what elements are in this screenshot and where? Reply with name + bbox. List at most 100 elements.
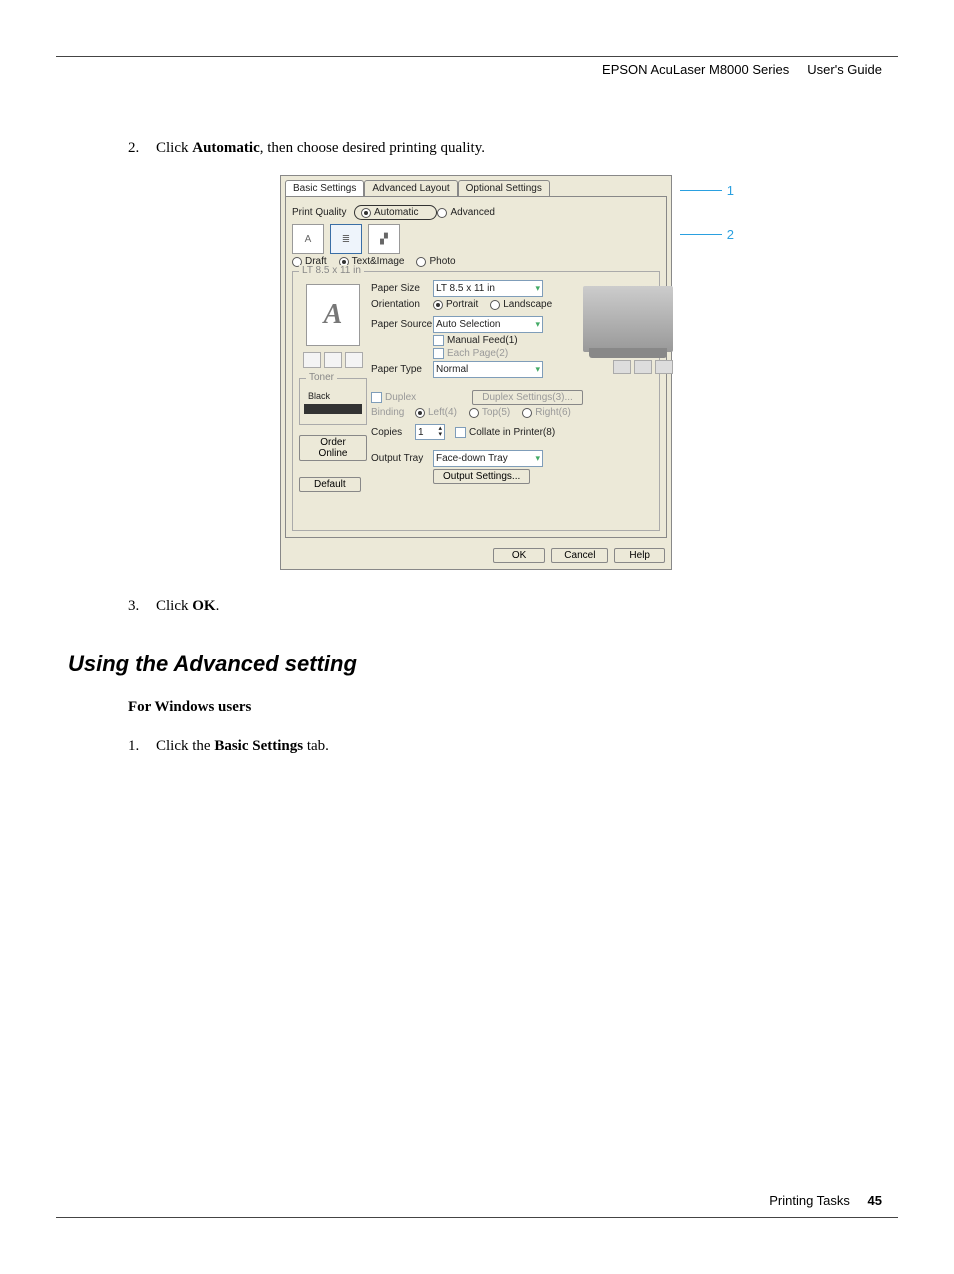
paper-size-display: LT 8.5 x 11 in [299,265,364,276]
radio-bind-right: Right(6) [522,407,571,418]
bind-left-label: Left(4) [428,407,457,418]
radio-landscape[interactable]: Landscape [490,299,552,310]
order-online-button[interactable]: Order Online [299,435,367,461]
printer-preview-image [583,286,673,352]
preview-icon-3[interactable] [655,360,673,374]
section-heading: Using the Advanced setting [68,651,882,677]
toner-level-bar [304,404,362,414]
step-1b: 1. Click the Basic Settings tab. [128,738,882,755]
quality-textimage-icon[interactable]: ≣ [330,224,362,254]
radio-landscape-label: Landscape [503,299,552,310]
manual-feed-label: Manual Feed(1) [447,335,518,346]
ok-button[interactable]: OK [493,548,545,563]
preview-icon-1[interactable] [613,360,631,374]
step-1b-post: tab. [303,738,329,754]
paper-source-label: Paper Source [371,319,433,330]
toner-label: Toner [306,372,337,383]
callout-1-label: 1 [727,183,734,198]
quality-icons-row: A ≣ ▞ [292,224,660,254]
radio-portrait[interactable]: Portrait [433,299,478,310]
paper-source-select[interactable]: Auto Selection ▾ [433,316,543,333]
collate-label: Collate in Printer(8) [469,427,555,438]
paper-preview: A [306,284,360,346]
paper-type-label: Paper Type [371,364,433,375]
step-3-bold: OK [192,598,215,614]
output-tray-select[interactable]: Face-down Tray ▾ [433,450,543,467]
middle-settings-col: Paper Size LT 8.5 x 11 in▾ Orientation P… [367,278,583,492]
step-2-text: Click Automatic, then choose desired pri… [156,140,882,157]
step-3: 3. Click OK. [128,598,882,615]
quality-draft-icon[interactable]: A [292,224,324,254]
page-number: 45 [868,1193,882,1208]
tab-page-basic: Print Quality Automatic Advanced A ≣ ▞ D… [285,196,667,538]
output-settings-button[interactable]: Output Settings... [433,469,530,484]
paper-type-value: Normal [436,364,468,375]
paper-type-select[interactable]: Normal ▾ [433,361,543,378]
output-tray-label: Output Tray [371,453,433,464]
radio-photo[interactable]: Photo [416,256,455,267]
dialog-footer: OK Cancel Help [281,542,671,569]
subsection-heading: For Windows users [128,699,882,716]
toner-black-label: Black [308,391,362,401]
footer-section: Printing Tasks [769,1193,850,1208]
quality-photo-icon[interactable]: ▞ [368,224,400,254]
spinner-arrows-icon: ▴▾ [438,426,442,438]
paper-source-value: Auto Selection [436,319,501,330]
duplex-settings-button: Duplex Settings(3)... [472,390,583,405]
printer-properties-dialog: Basic Settings Advanced Layout Optional … [280,175,672,570]
copies-label: Copies [371,427,415,438]
step-1b-bold: Basic Settings [214,738,303,754]
radio-bind-left: Left(4) [415,407,457,418]
step-2-post: , then choose desired printing quality. [260,140,485,156]
radio-automatic[interactable]: Automatic [361,207,418,218]
binding-label: Binding [371,407,415,418]
step-1b-number: 1. [128,738,156,755]
chevron-down-icon: ▾ [535,319,540,330]
orientation-label: Orientation [371,299,433,310]
radio-advanced-label: Advanced [450,207,494,218]
left-preview-col: A Toner Black Order Online D [299,278,367,492]
step-3-number: 3. [128,598,156,615]
right-preview-col [583,278,673,492]
paper-preview-glyph: A [324,299,343,331]
step-2: 2. Click Automatic, then choose desired … [128,140,882,157]
output-tray-value: Face-down Tray [436,453,508,464]
checkbox-duplex [371,392,382,403]
radio-advanced[interactable]: Advanced [437,207,494,218]
step-2-pre: Click [156,140,192,156]
preview-icon-2[interactable] [634,360,652,374]
step-3-text: Click OK. [156,598,882,615]
dialog-screenshot: 1 2 Basic Settings Advanced Layout Optio… [280,175,730,570]
radio-portrait-label: Portrait [446,299,478,310]
step-1b-text: Click the Basic Settings tab. [156,738,882,755]
preview-mode-icons [583,360,673,374]
copies-spinner[interactable]: 1 ▴▾ [415,424,445,440]
help-button[interactable]: Help [614,548,665,563]
tab-basic-settings[interactable]: Basic Settings [285,180,364,196]
chevron-down-icon: ▾ [535,453,540,464]
chevron-down-icon: ▾ [535,283,540,294]
paper-size-value: LT 8.5 x 11 in [436,283,495,294]
print-quality-row: Print Quality Automatic Advanced [292,205,660,220]
tab-advanced-layout[interactable]: Advanced Layout [364,180,457,196]
checkbox-manual-feed[interactable] [433,335,444,346]
chevron-down-icon: ▾ [535,364,540,375]
default-button[interactable]: Default [299,477,361,492]
page-footer: Printing Tasks 45 [769,1193,882,1208]
callout-2-label: 2 [727,227,734,242]
toner-groupbox: Toner Black [299,378,367,425]
duplex-label: Duplex [385,392,416,403]
checkbox-each-page [433,348,444,359]
step-2-bold: Automatic [192,140,260,156]
tab-optional-settings[interactable]: Optional Settings [458,180,550,196]
product-name: EPSON AcuLaser M8000 Series [602,62,789,77]
radio-photo-label: Photo [429,256,455,267]
each-page-label: Each Page(2) [447,348,508,359]
running-header: EPSON AcuLaser M8000 Series User's Guide [602,62,882,77]
print-quality-label: Print Quality [292,207,354,218]
checkbox-collate[interactable] [455,427,466,438]
copies-value: 1 [418,427,424,438]
cancel-button[interactable]: Cancel [551,548,608,563]
paper-size-select[interactable]: LT 8.5 x 11 in ▾ [433,280,543,297]
page-content: 2. Click Automatic, then choose desired … [128,140,882,773]
